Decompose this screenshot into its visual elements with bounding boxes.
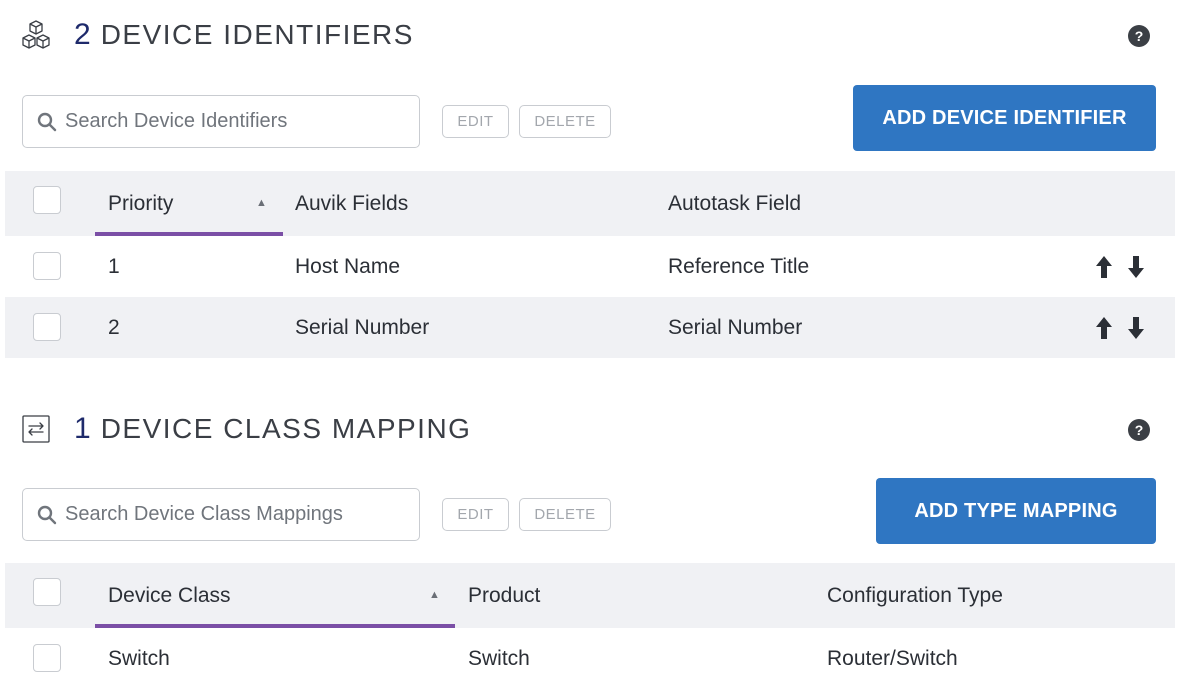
add-device-identifier-button[interactable]: ADD DEVICE IDENTIFIER [853, 85, 1156, 151]
help-icon[interactable]: ? [1128, 419, 1150, 441]
row-checkbox[interactable] [33, 252, 61, 280]
device-class-mapping-search[interactable] [22, 488, 420, 541]
add-type-mapping-button[interactable]: ADD TYPE MAPPING [876, 478, 1156, 544]
row-checkbox[interactable] [33, 644, 61, 672]
edit-button[interactable]: EDIT [442, 498, 509, 531]
device-class-mapping-search-input[interactable] [65, 503, 405, 526]
device-identifiers-search-input[interactable] [65, 110, 405, 133]
select-all-checkbox[interactable] [33, 578, 61, 606]
device-identifiers-search[interactable] [22, 95, 420, 148]
device-class-mapping-section: 1 DEVICE CLASS MAPPING ? EDIT DELETE ADD… [0, 392, 1182, 698]
priority-cell: 1 [108, 254, 120, 278]
table-header-row: Device Class ▲ Product Configuration Typ… [5, 563, 1175, 628]
configuration-type-cell: Router/Switch [827, 646, 958, 670]
search-icon [37, 505, 57, 524]
help-icon[interactable]: ? [1128, 25, 1150, 47]
device-identifiers-table: Priority ▲ Auvik Fields Autotask Field 1… [5, 171, 1175, 358]
table-row: 2 Serial Number Serial Number [5, 297, 1175, 358]
arrow-up-icon[interactable] [1095, 255, 1113, 279]
column-header-autotask-field[interactable]: Autotask Field [668, 171, 801, 236]
device-identifiers-section: 2 DEVICE IDENTIFIERS ? EDIT DELETE ADD D… [0, 0, 1182, 360]
auvik-field-cell: Host Name [295, 254, 401, 278]
select-all-checkbox[interactable] [33, 186, 61, 214]
device-class-mapping-count: 1 [74, 412, 91, 445]
sort-up-icon[interactable]: ▲ [429, 589, 440, 601]
device-class-mapping-table: Device Class ▲ Product Configuration Typ… [5, 563, 1175, 689]
column-header-device-class[interactable]: Device Class [108, 563, 231, 628]
column-header-product[interactable]: Product [468, 563, 540, 628]
table-row: 1 Host Name Reference Title [5, 236, 1175, 297]
swap-arrows-icon [20, 413, 52, 445]
priority-cell: 2 [108, 315, 120, 339]
table-header-row: Priority ▲ Auvik Fields Autotask Field [5, 171, 1175, 236]
device-class-mapping-title: DEVICE CLASS MAPPING [100, 413, 472, 444]
delete-button[interactable]: DELETE [519, 105, 611, 138]
device-class-mapping-header: 1 DEVICE CLASS MAPPING [20, 408, 471, 450]
reorder-controls [1095, 297, 1145, 358]
column-header-auvik-fields[interactable]: Auvik Fields [295, 171, 408, 236]
device-identifiers-count: 2 [74, 18, 91, 51]
device-class-cell: Switch [108, 646, 170, 670]
delete-button[interactable]: DELETE [519, 498, 611, 531]
auvik-field-cell: Serial Number [295, 315, 430, 339]
edit-button[interactable]: EDIT [442, 105, 509, 138]
sort-up-icon[interactable]: ▲ [256, 197, 267, 209]
reorder-controls [1095, 236, 1145, 297]
device-identifiers-header: 2 DEVICE IDENTIFIERS [20, 14, 414, 56]
product-cell: Switch [468, 646, 530, 670]
column-header-configuration-type[interactable]: Configuration Type [827, 563, 1003, 628]
table-row: Switch Switch Router/Switch [5, 628, 1175, 689]
column-header-priority[interactable]: Priority [108, 171, 173, 236]
arrow-down-icon[interactable] [1127, 316, 1145, 340]
cubes-icon [20, 19, 52, 51]
search-icon [37, 112, 57, 131]
arrow-up-icon[interactable] [1095, 316, 1113, 340]
autotask-field-cell: Reference Title [668, 254, 810, 278]
device-identifiers-title: DEVICE IDENTIFIERS [100, 19, 414, 50]
row-checkbox[interactable] [33, 313, 61, 341]
arrow-down-icon[interactable] [1127, 255, 1145, 279]
autotask-field-cell: Serial Number [668, 315, 803, 339]
